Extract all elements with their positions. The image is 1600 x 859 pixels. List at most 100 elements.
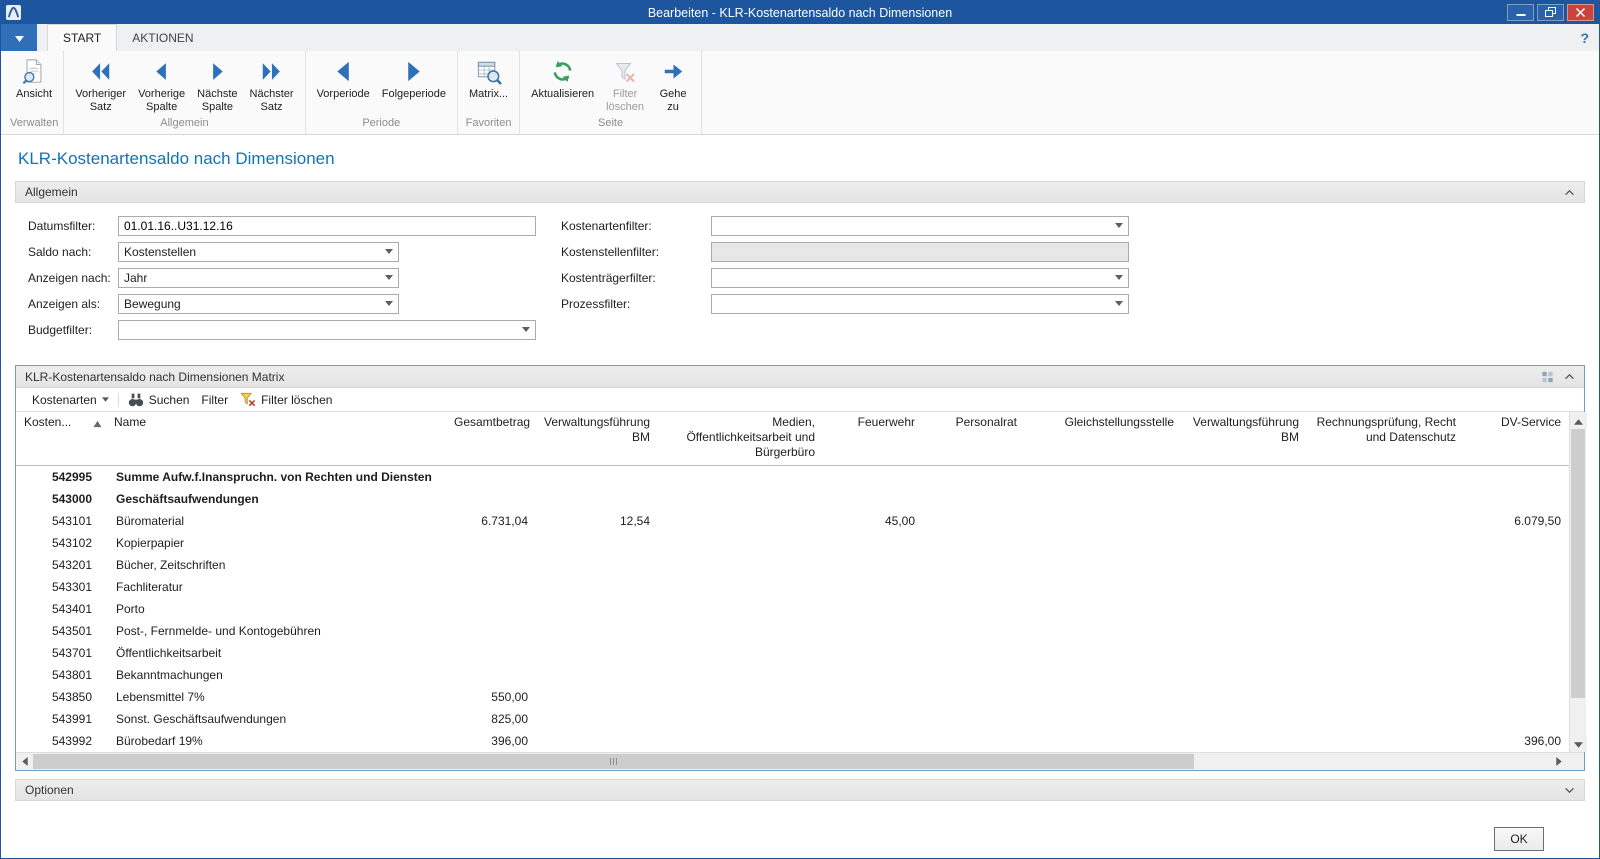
column-header-medien-oeffentlichkeitsarbeit-und-buergerbuero[interactable]: Medien, Öffentlichkeitsarbeit und Bürger… [658,412,823,466]
scroll-left-button[interactable] [16,753,33,770]
vertical-scrollbar[interactable] [1569,412,1586,752]
clear-filter-button[interactable]: Filter löschen [234,388,338,411]
select-arrow-icon [1115,223,1123,228]
cell-value [536,532,658,554]
scroll-up-button[interactable] [1570,412,1587,429]
tab-aktionen[interactable]: AKTIONEN [117,24,208,51]
ribbon-button-vorheriger-satz[interactable]: Vorheriger Satz [69,53,132,114]
horizontal-scroll-thumb[interactable] [33,754,1194,769]
cell-name: Bürobedarf 19% [106,730,446,752]
filter-button[interactable]: Filter [195,388,234,411]
cell-value [823,466,923,489]
horizontal-scroll-row [16,752,1584,770]
field-anzeigen-als[interactable]: Bewegung [118,294,399,314]
field-kostentraegerfilter[interactable] [711,268,1129,288]
table-row[interactable]: 543501Post-, Fernmelde- und Kontogebühre… [16,620,1569,642]
application-menu-button[interactable] [1,24,37,51]
minimize-button[interactable] [1507,4,1534,21]
options-section-header[interactable]: Optionen [15,779,1585,801]
field-row: Anzeigen als:Bewegung [28,293,536,314]
table-row[interactable]: 543991Sonst. Geschäftsaufwendungen825,00 [16,708,1569,730]
column-header-verwaltungsfuehrung-bm[interactable]: Verwaltungsführung BM [1182,412,1307,466]
ribbon-button-folgeperiode[interactable]: Folgeperiode [376,53,452,101]
field-saldo-nach[interactable]: Kostenstellen [118,242,399,262]
column-header-gleichstellungsstelle[interactable]: Gleichstellungsstelle [1025,412,1182,466]
ribbon-button-naechste-spalte[interactable]: Nächste Spalte [191,53,243,114]
field-anzeigen-nach[interactable]: Jahr [118,268,399,288]
chevron-up-icon[interactable] [1564,189,1575,196]
column-header-verwaltungsfuehrung-bm[interactable]: Verwaltungsführung BM [536,412,658,466]
table-row[interactable]: 543850Lebensmittel 7%550,00 [16,686,1569,708]
help-button[interactable]: ? [1570,24,1599,51]
column-header-dv-service[interactable]: DV-Service [1464,412,1569,466]
horizontal-scroll-track[interactable] [33,753,1550,770]
ribbon-button-ansicht[interactable]: Ansicht [10,53,58,101]
cell-value [1307,686,1464,708]
ribbon-button-vorperiode[interactable]: Vorperiode [311,53,376,101]
select-arrow-icon [385,275,393,280]
cell-code: 543201 [16,554,106,576]
vertical-scroll-thumb[interactable] [1571,429,1585,698]
table-row[interactable]: 543801Bekanntmachungen [16,664,1569,686]
cell-value: 12,54 [536,510,658,532]
cell-value [1307,598,1464,620]
field-value: Bewegung [124,297,181,311]
column-header-personalrat[interactable]: Personalrat [923,412,1025,466]
chevron-up-icon[interactable] [1564,373,1575,380]
cell-name: Porto [106,598,446,620]
horizontal-scrollbar[interactable] [16,753,1567,770]
cell-value [658,466,823,489]
table-row[interactable]: 543992Bürobedarf 19%396,00396,00 [16,730,1569,752]
matrix-section-header[interactable]: KLR-Kostenartensaldo nach Dimensionen Ma… [16,366,1584,388]
cell-value [446,488,536,510]
cell-value [658,510,823,532]
cell-value [446,554,536,576]
column-header-name[interactable]: Name [106,412,446,466]
cell-value [1307,466,1464,489]
vertical-scroll-track[interactable] [1570,429,1586,735]
field-datumsfilter[interactable] [118,216,536,236]
ribbon-button-naechster-satz[interactable]: Nächster Satz [244,53,300,114]
ribbon-button-aktualisieren[interactable]: Aktualisieren [525,53,600,101]
tab-start[interactable]: START [47,24,117,51]
ribbon-button-gehe-zu[interactable]: Gehe zu [650,53,696,114]
general-section-header[interactable]: Allgemein [15,181,1585,203]
cell-name: Büromaterial [106,510,446,532]
field-value: Jahr [124,271,147,285]
cell-name: Geschäftsaufwendungen [106,488,446,510]
chevron-down-icon[interactable] [1564,787,1575,794]
customize-icon[interactable] [1541,371,1554,383]
table-row[interactable]: 543701Öffentlichkeitsarbeit [16,642,1569,664]
cell-value [1182,686,1307,708]
close-button[interactable] [1567,4,1594,21]
ok-button[interactable]: OK [1494,827,1544,851]
cell-value [658,554,823,576]
table-row[interactable]: 542995Summe Aufw.f.Inanspruchn. von Rech… [16,466,1569,489]
scroll-right-button[interactable] [1550,753,1567,770]
ribbon-button-filter-loeschen[interactable]: Filter löschen [600,53,650,114]
cell-value [536,730,658,752]
column-header-gesamtbetrag[interactable]: Gesamtbetrag [446,412,536,466]
cell-code: 543991 [16,708,106,730]
search-button[interactable]: Suchen [122,388,196,411]
column-header-kosten[interactable]: Kosten... [16,412,106,466]
cell-value [1182,642,1307,664]
scroll-down-button[interactable] [1570,735,1587,752]
table-row[interactable]: 543201Bücher, Zeitschriften [16,554,1569,576]
field-budgetfilter[interactable] [118,320,536,340]
field-kostenartenfilter[interactable] [711,216,1129,236]
table-row[interactable]: 543301Fachliteratur [16,576,1569,598]
restore-button[interactable] [1537,4,1564,21]
table-row[interactable]: 543101Büromaterial6.731,0412,5445,006.07… [16,510,1569,532]
table-row[interactable]: 543000Geschäftsaufwendungen [16,488,1569,510]
field-row: Datumsfilter: [28,215,536,236]
costtypes-menu-button[interactable]: Kostenarten [26,388,115,411]
ribbon-button-matrix[interactable]: Matrix... [463,53,514,101]
page-content: KLR-Kostenartensaldo nach Dimensionen Al… [1,135,1599,858]
column-header-rechnungspruefung-recht-und-datenschutz[interactable]: Rechnungsprüfung, Recht und Datenschutz [1307,412,1464,466]
table-row[interactable]: 543102Kopierpapier [16,532,1569,554]
table-row[interactable]: 543401Porto [16,598,1569,620]
ribbon-button-vorherige-spalte[interactable]: Vorherige Spalte [132,53,191,114]
field-prozessfilter[interactable] [711,294,1129,314]
column-header-feuerwehr[interactable]: Feuerwehr [823,412,923,466]
